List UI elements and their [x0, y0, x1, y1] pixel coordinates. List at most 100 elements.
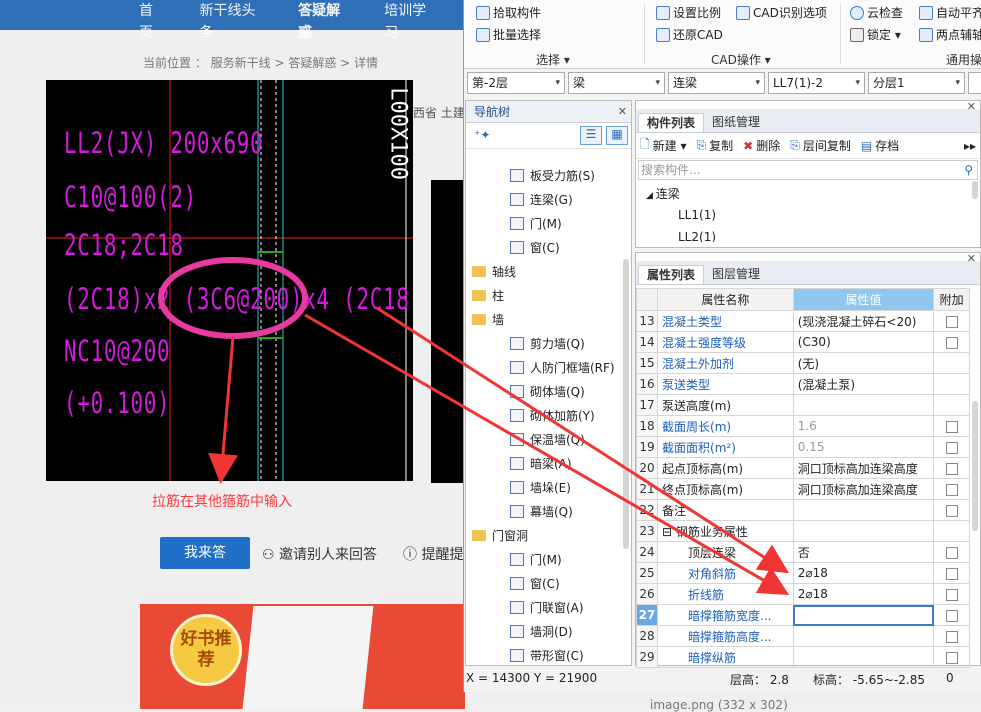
nav-item[interactable]: 板受力筋(S) — [510, 167, 595, 184]
tab-layer-management[interactable]: 图层管理 — [704, 265, 768, 284]
property-value[interactable] — [792, 646, 935, 668]
nav-training[interactable]: 培训学习 — [384, 0, 435, 41]
tab-property-list[interactable]: 属性列表 — [638, 265, 705, 284]
table-row[interactable]: 16 泵送类型 (混凝土泵) — [635, 373, 970, 395]
list-view-icon[interactable]: ☰ — [580, 126, 602, 145]
extra-checkbox[interactable] — [945, 462, 958, 475]
table-row[interactable]: 27 暗撑箍筋宽度... — [635, 604, 970, 626]
floor-select[interactable]: 第-2层 ▾ — [467, 72, 565, 94]
more-icon[interactable]: ▸▸ — [964, 139, 976, 153]
nav-headlines[interactable]: 新干线头条 — [199, 0, 263, 41]
pick-component-button[interactable]: 拾取构件 — [476, 4, 541, 21]
property-value[interactable]: 洞口顶标高加连梁高度 — [792, 478, 935, 500]
nav-qa[interactable]: 答疑解惑 — [298, 0, 349, 41]
extra-checkbox[interactable] — [945, 609, 958, 622]
remind-link[interactable]: ⓘ 提醒提 — [403, 544, 463, 564]
cad-recognize-options-button[interactable]: CAD识别选项 — [736, 4, 827, 21]
table-row[interactable]: 21 终点顶标高(m) 洞口顶标高加连梁高度 — [635, 478, 970, 500]
extra-checkbox[interactable] — [945, 651, 958, 664]
close-icon[interactable]: ✕ — [967, 100, 976, 113]
batch-select-button[interactable]: 批量选择 — [476, 26, 541, 43]
property-value[interactable]: 1.6 — [792, 415, 935, 437]
extra-checkbox[interactable] — [945, 336, 958, 349]
nav-item[interactable]: 门(M) — [510, 215, 562, 232]
property-value[interactable]: 洞口顶标高加连梁高度 — [792, 457, 935, 479]
nav-item[interactable]: 墙垛(E) — [510, 479, 571, 496]
search-icon[interactable]: ⚲ — [964, 161, 973, 179]
table-row[interactable]: 28 暗撑箍筋高度... — [635, 625, 970, 647]
property-value[interactable] — [792, 394, 935, 416]
two-point-axis-button[interactable]: 两点辅轴 — [919, 26, 981, 43]
nav-item[interactable]: 砌体墙(Q) — [510, 383, 585, 400]
copy-button[interactable]: ⎘ 复制 — [697, 137, 734, 154]
property-value[interactable]: (C30) — [792, 331, 935, 353]
nav-item[interactable]: 墙洞(D) — [510, 623, 573, 640]
nav-item[interactable]: 连梁(G) — [510, 191, 573, 208]
extra-checkbox[interactable] — [945, 567, 958, 580]
new-button[interactable]: 🗋 新建 ▾ — [640, 135, 687, 156]
extra-checkbox[interactable] — [945, 630, 958, 643]
table-row[interactable]: 15 混凝土外加剂 (无) — [635, 352, 970, 374]
tree-group-lianliang[interactable]: ◢ 连梁 — [646, 185, 680, 202]
nav-item[interactable]: 剪力墙(Q) — [510, 335, 585, 352]
property-value[interactable] — [792, 520, 935, 542]
property-value[interactable]: (现浇混凝土碎石<20) — [792, 310, 935, 332]
table-row[interactable]: 18 截面周长(m) 1.6 — [635, 415, 970, 437]
table-row[interactable]: 24 顶层连梁否 — [635, 541, 970, 563]
property-value[interactable]: 否 — [792, 541, 935, 563]
delete-button[interactable]: ✖ 删除 — [743, 137, 780, 154]
nav-item[interactable]: 门联窗(A) — [510, 599, 584, 616]
table-row[interactable]: 26 折线筋 2⌀18 — [635, 583, 970, 605]
component-select[interactable]: LL7(1)-2 ▾ — [768, 72, 865, 94]
restore-cad-button[interactable]: 还原CAD — [656, 26, 723, 43]
extra-checkbox[interactable] — [945, 315, 958, 328]
nav-folder[interactable]: 柱 — [472, 287, 504, 304]
extra-checkbox[interactable] — [945, 483, 958, 496]
extra-checkbox[interactable] — [945, 441, 958, 454]
extra-checkbox[interactable] — [945, 588, 958, 601]
tab-component-list[interactable]: 构件列表 — [638, 113, 705, 132]
tab-drawing-management[interactable]: 图纸管理 — [704, 113, 768, 132]
table-row[interactable]: 20 起点顶标高(m) 洞口顶标高加连梁高度 — [635, 457, 970, 479]
auto-align-button[interactable]: 自动平齐 — [919, 4, 981, 21]
nav-item[interactable]: 窗(C) — [510, 239, 560, 256]
table-row[interactable]: 29 暗撑纵筋 — [635, 646, 970, 668]
nav-item[interactable]: 幕墙(Q) — [510, 503, 573, 520]
table-row[interactable]: 19 截面面积(m²) 0.15 — [635, 436, 970, 458]
extra-checkbox[interactable] — [945, 504, 958, 517]
property-value[interactable]: 2⌀18 — [792, 562, 935, 584]
layer-checkbox[interactable] — [968, 72, 981, 94]
nav-home[interactable]: 首页 — [139, 0, 164, 41]
property-value[interactable] — [792, 499, 935, 521]
nav-item[interactable]: 窗(C) — [510, 575, 560, 592]
lock-button[interactable]: 锁定 ▾ — [850, 26, 901, 43]
select-group-label[interactable]: 选择 ▾ — [536, 51, 570, 68]
type-select[interactable]: 连梁 ▾ — [668, 72, 765, 94]
general-group-label[interactable]: 通用操 — [946, 51, 981, 68]
nav-item[interactable]: 门(M) — [510, 551, 562, 568]
floor-copy-button[interactable]: ⎘ 层间复制 — [790, 137, 851, 154]
close-icon[interactable]: ✕ — [618, 101, 627, 123]
cloud-check-button[interactable]: 云检查 — [850, 4, 903, 21]
category-select[interactable]: 梁 ▾ — [568, 72, 665, 94]
nav-item[interactable]: 暗梁(A) — [510, 455, 572, 472]
nav-item[interactable]: 砌体加筋(Y) — [510, 407, 595, 424]
property-value[interactable] — [792, 604, 935, 626]
archive-button[interactable]: ▤ 存档 — [861, 137, 899, 154]
table-row[interactable]: 13 混凝土类型 (现浇混凝土碎石<20) — [635, 310, 970, 332]
table-row[interactable]: 23 ⊟ 钢筋业务属性 — [635, 520, 970, 542]
nav-folder[interactable]: 墙 — [472, 311, 504, 328]
nav-item[interactable]: 人防门框墙(RF) — [510, 359, 615, 376]
book-banner[interactable]: 好书推荐 — [140, 604, 465, 709]
table-row[interactable]: 25 对角斜筋 2⌀18 — [635, 562, 970, 584]
scrollbar[interactable] — [623, 259, 629, 549]
component-search-input[interactable]: 搜索构件... ⚲ — [638, 160, 978, 180]
scrollbar[interactable] — [972, 401, 978, 531]
property-value[interactable]: 2⌀18 — [792, 583, 935, 605]
layer-select[interactable]: 分层1 ▾ — [868, 72, 965, 94]
table-row[interactable]: 14 混凝土强度等级 (C30) — [635, 331, 970, 353]
extra-checkbox[interactable] — [945, 546, 958, 559]
expand-icon[interactable]: ⁺✦ — [474, 128, 490, 142]
property-value[interactable] — [792, 625, 935, 647]
nav-folder[interactable]: 轴线 — [472, 263, 516, 280]
